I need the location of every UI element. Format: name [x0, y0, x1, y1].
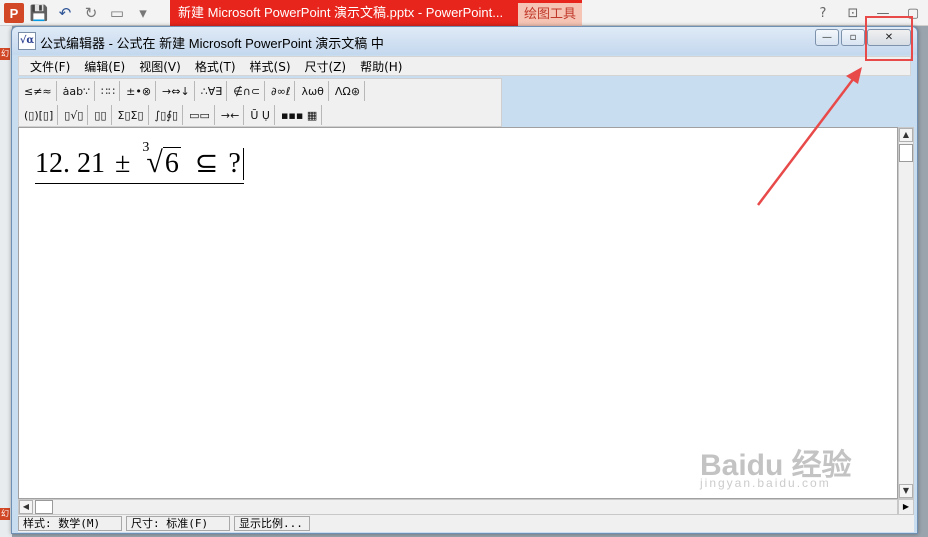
- ppt-titlebar: P 💾 ↶ ↻ ▭ ▾ 新建 Microsoft PowerPoint 演示文稿…: [0, 0, 928, 26]
- ppt-window-title: 新建 Microsoft PowerPoint 演示文稿.pptx - Powe…: [170, 0, 518, 26]
- scroll-down-icon[interactable]: ▼: [899, 484, 913, 498]
- slide-thumb-mark: 幻: [0, 508, 10, 520]
- radicand: 6: [162, 147, 181, 179]
- scroll-up-icon[interactable]: ▲: [899, 128, 913, 142]
- formula[interactable]: 12. 21 ± 3 √ 6 ⊆ ?: [35, 140, 244, 184]
- ribbon-display-icon[interactable]: ⊡: [838, 0, 868, 26]
- menu-style[interactable]: 样式(S): [243, 58, 298, 75]
- equation-editor-app-icon: √α: [18, 32, 36, 50]
- text-cursor: [242, 148, 244, 180]
- equation-editor-title: 公式编辑器 - 公式在 新建 Microsoft PowerPoint 演示文稿…: [40, 36, 384, 51]
- status-bar: 样式: 数学(M) 尺寸: 标准(F) 显示比例...: [18, 515, 914, 532]
- quick-access-toolbar: P 💾 ↶ ↻ ▭ ▾: [0, 0, 154, 26]
- drawing-tools-tab[interactable]: 绘图工具: [518, 0, 582, 26]
- menu-view[interactable]: 视图(V): [132, 58, 188, 75]
- customize-qat-icon[interactable]: ▾: [132, 2, 154, 24]
- underbar-overbar-palette[interactable]: ▭▭: [185, 105, 215, 125]
- formula-question-mark: ?: [228, 148, 241, 179]
- symbol-template-toolbar: ≤≠≈ ȧab∵ ∷∷ ±•⊗ →⇔↓ ∴∀∃ ∉∩⊂ ∂∞ℓ λωθ ΛΩ⊛ …: [18, 78, 502, 127]
- formula-number: 12. 21: [35, 148, 105, 179]
- root-index: 3: [142, 140, 150, 155]
- template-palette-row: (▯)[▯] ▯√▯ ▯▯ Σ▯Σ▯ ∫▯∮▯ ▭▭ →← Ū Ụ ▪▪▪ ▦: [19, 103, 323, 127]
- formula-subset: ⊆: [194, 148, 219, 179]
- relational-symbols-palette[interactable]: ≤≠≈: [20, 81, 57, 101]
- minimize-button[interactable]: —: [815, 29, 839, 46]
- operator-symbols-palette[interactable]: ±•⊗: [122, 81, 157, 101]
- misc-symbols-palette[interactable]: ∂∞ℓ: [267, 81, 296, 101]
- formula-plus-minus: ±: [115, 148, 131, 179]
- redo-icon[interactable]: ↻: [80, 2, 102, 24]
- menu-file[interactable]: 文件(F): [23, 58, 77, 75]
- status-style: 样式: 数学(M): [18, 516, 122, 531]
- greek-uppercase-palette[interactable]: ΛΩ⊛: [331, 81, 366, 101]
- greek-lowercase-palette[interactable]: λωθ: [297, 81, 329, 101]
- help-icon[interactable]: ?: [808, 0, 838, 26]
- labeled-arrow-palette[interactable]: →←: [217, 105, 245, 125]
- vertical-scroll-thumb[interactable]: [899, 144, 913, 162]
- arrow-symbols-palette[interactable]: →⇔↓: [158, 81, 195, 101]
- spaces-ellipses-palette[interactable]: ȧab∵: [59, 81, 96, 101]
- slide-thumb-mark: 幻: [0, 48, 10, 60]
- status-zoom[interactable]: 显示比例...: [234, 516, 310, 531]
- fraction-radical-palette[interactable]: ▯√▯: [60, 105, 89, 125]
- embellishments-palette[interactable]: ∷∷: [97, 81, 121, 101]
- undo-icon[interactable]: ↶: [54, 2, 76, 24]
- vertical-scrollbar[interactable]: ▲ ▼: [898, 127, 914, 499]
- status-size: 尺寸: 标准(F): [126, 516, 230, 531]
- matrix-palette[interactable]: ▪▪▪ ▦: [277, 105, 323, 125]
- horizontal-scroll-thumb[interactable]: [35, 500, 53, 514]
- menu-size[interactable]: 尺寸(Z): [298, 58, 354, 75]
- formula-underline: [35, 183, 244, 184]
- save-icon[interactable]: 💾: [28, 2, 50, 24]
- menu-edit[interactable]: 编辑(E): [77, 58, 132, 75]
- equation-editor-titlebar[interactable]: √α 公式编辑器 - 公式在 新建 Microsoft PowerPoint 演…: [12, 27, 917, 55]
- menu-format[interactable]: 格式(T): [188, 58, 243, 75]
- fence-templates-palette[interactable]: (▯)[▯]: [20, 105, 59, 125]
- symbol-palette-row: ≤≠≈ ȧab∵ ∷∷ ±•⊗ →⇔↓ ∴∀∃ ∉∩⊂ ∂∞ℓ λωθ ΛΩ⊛: [19, 79, 366, 103]
- menu-help[interactable]: 帮助(H): [353, 58, 409, 75]
- horizontal-scrollbar[interactable]: ◀: [18, 499, 898, 515]
- slideshow-icon[interactable]: ▭: [106, 2, 128, 24]
- annotation-highlight-box: [865, 16, 913, 61]
- powerpoint-logo-icon: P: [4, 3, 24, 23]
- watermark-url: jingyan.baidu.com: [700, 476, 831, 490]
- logical-symbols-palette[interactable]: ∴∀∃: [197, 81, 228, 101]
- menu-bar: 文件(F) 编辑(E) 视图(V) 格式(T) 样式(S) 尺寸(Z) 帮助(H…: [18, 56, 911, 76]
- set-theory-palette[interactable]: ∉∩⊂: [229, 81, 266, 101]
- integral-palette[interactable]: ∫▯∮▯: [151, 105, 184, 125]
- scroll-left-icon[interactable]: ◀: [19, 500, 33, 514]
- formula-cube-root: 3 √ 6: [140, 140, 181, 180]
- summation-palette[interactable]: Σ▯Σ▯: [114, 105, 149, 125]
- restore-button[interactable]: ▫: [841, 29, 865, 46]
- products-set-theory-palette[interactable]: Ū Ụ: [246, 105, 275, 125]
- scroll-right-icon[interactable]: ▶: [898, 499, 914, 515]
- subscript-superscript-palette[interactable]: ▯▯: [90, 105, 112, 125]
